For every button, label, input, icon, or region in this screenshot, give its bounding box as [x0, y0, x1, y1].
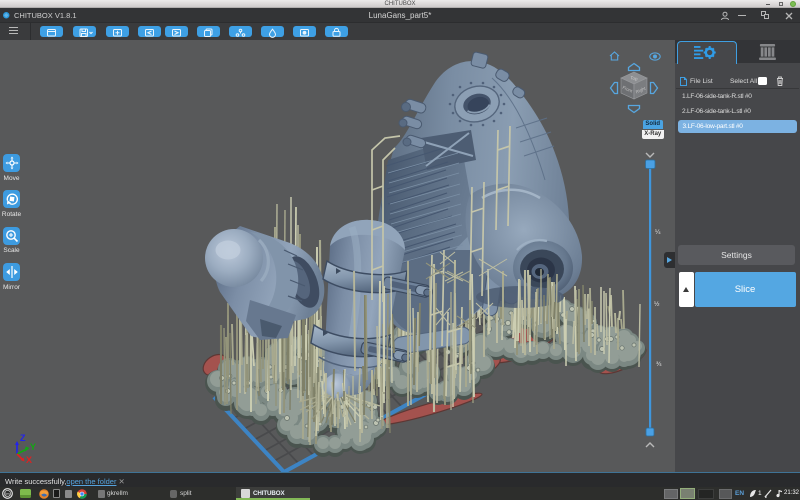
svg-text:¼: ¼: [655, 229, 661, 236]
svg-text:X: X: [26, 455, 32, 465]
svg-text:¾: ¾: [656, 361, 662, 368]
svg-text:lm: lm: [5, 491, 10, 496]
svg-text:Z: Z: [20, 433, 26, 443]
svg-text:½: ½: [654, 300, 660, 308]
svg-text:Y: Y: [30, 442, 36, 452]
